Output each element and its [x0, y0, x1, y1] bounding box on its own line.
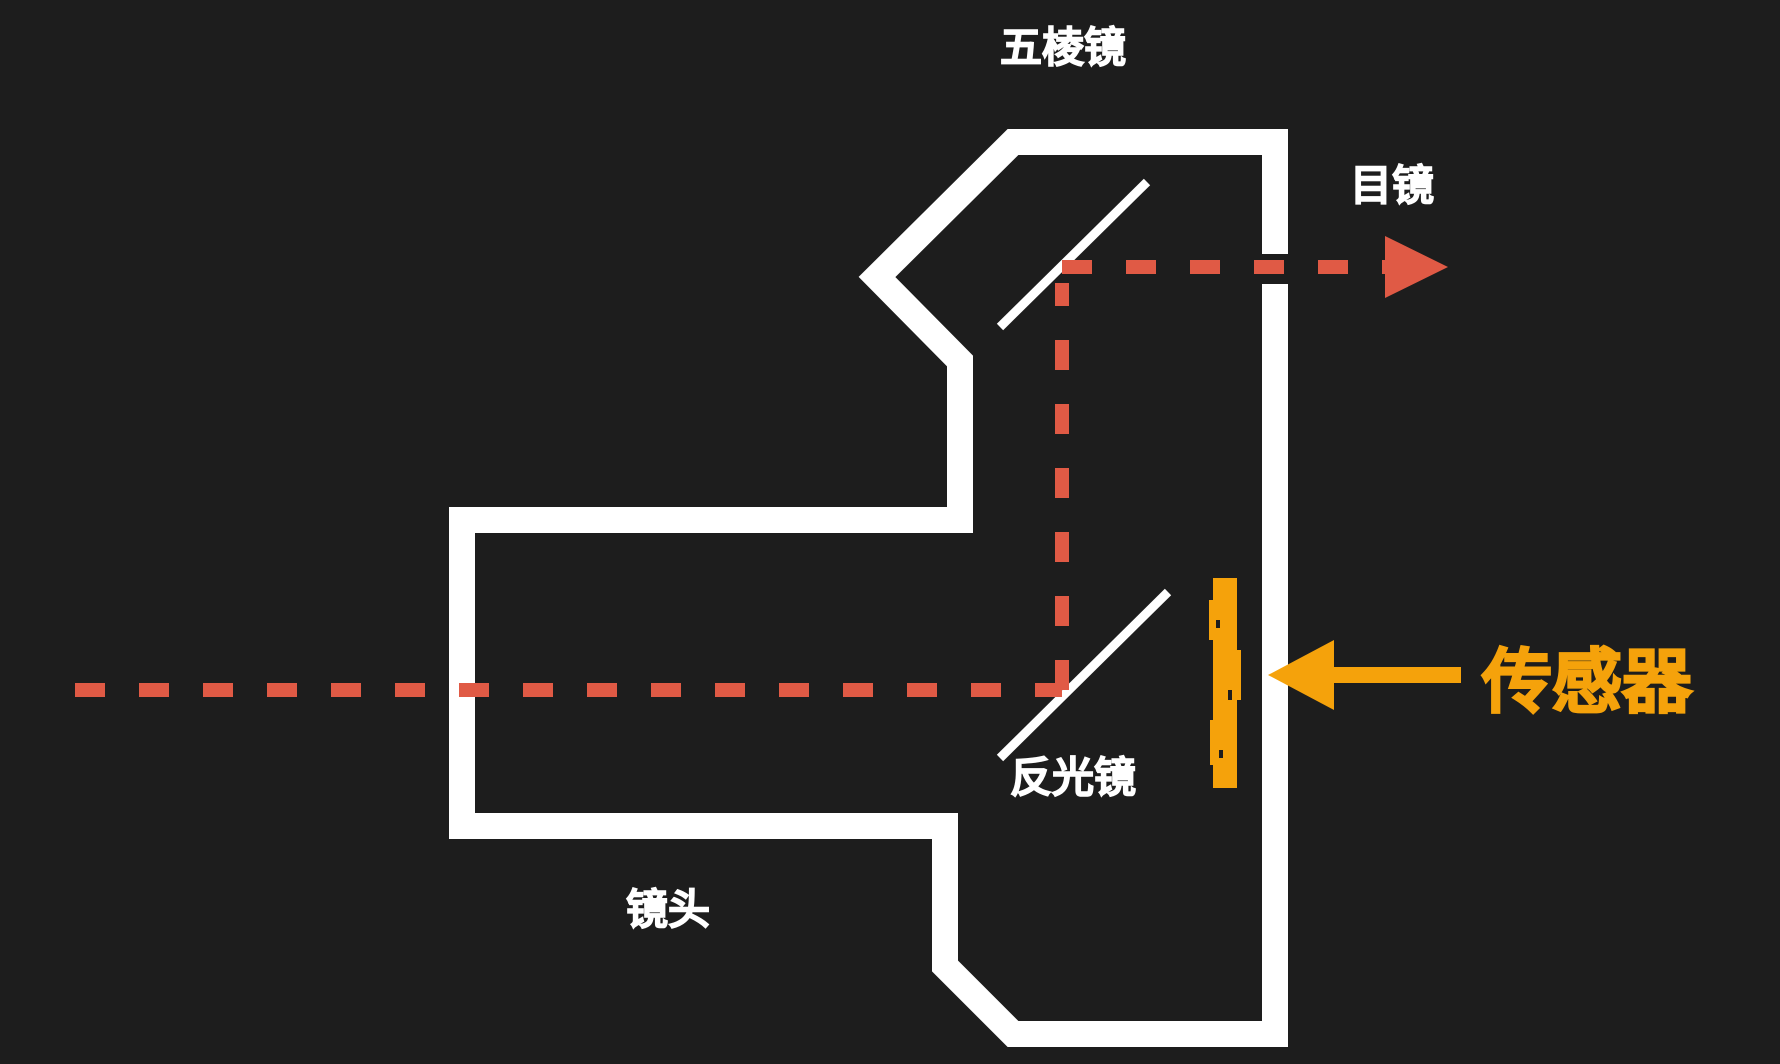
- eyepiece-arrowhead: [1385, 236, 1448, 298]
- sensor-arrow: [1268, 640, 1461, 710]
- sensor-plate: [1209, 578, 1241, 788]
- lens-label: 镜头: [626, 885, 710, 934]
- camera-body-outline: [449, 129, 1288, 1047]
- sensor-label: 传感器: [1481, 641, 1693, 723]
- pentaprism-mirror: [996, 178, 1151, 331]
- reflex-mirror-label: 反光镜: [1010, 753, 1136, 802]
- slr-camera-diagram: 五棱镜 目镜 传感器 反光镜 镜头: [75, 22, 1694, 1047]
- reflex-mirror: [996, 588, 1172, 762]
- pentaprism-label: 五棱镜: [1000, 23, 1126, 72]
- eyepiece-label: 目镜: [1350, 161, 1434, 210]
